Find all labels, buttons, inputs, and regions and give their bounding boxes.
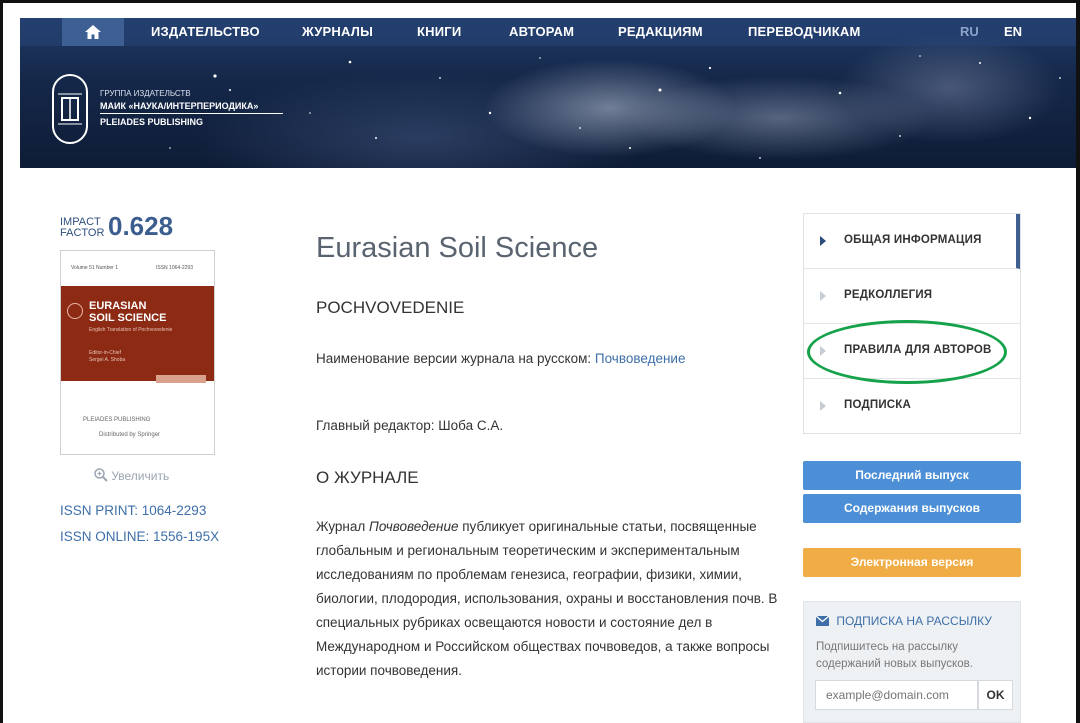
newsletter-title: ПОДПИСКА НА РАССЫЛКУ — [815, 614, 992, 628]
about-text: Журнал Почвоведение публикует оригинальн… — [316, 515, 786, 683]
zoom-in-icon — [94, 468, 108, 482]
about-body: публикует оригинальные статьи, посвященн… — [316, 519, 778, 678]
zoom-link[interactable]: Увеличить — [94, 468, 169, 483]
russian-version-label: Наименование версии журнала на русском: — [316, 351, 592, 366]
issue-contents-button[interactable]: Содержания выпусков — [803, 494, 1021, 523]
newsletter-box: ПОДПИСКА НА РАССЫЛКУ Подпишитесь на расс… — [803, 601, 1021, 723]
newsletter-title-text: ПОДПИСКА НА РАССЫЛКУ — [836, 614, 992, 628]
cover-header-left: Volume 51 Number 1 — [71, 265, 118, 271]
logo-pleiades-label: PLEIADES PUBLISHING — [100, 117, 204, 127]
journal-cover[interactable]: Volume 51 Number 1 ISSN 1064-2293 EURASI… — [60, 250, 215, 455]
nav-item-journals[interactable]: ЖУРНАЛЫ — [302, 24, 373, 39]
cover-title-line1: EURASIAN — [89, 300, 147, 312]
logo-group-label: ГРУППА ИЗДАТЕЛЬСТВ — [100, 89, 191, 98]
chevron-right-icon — [820, 291, 826, 301]
cover-publisher: PLEIADES PUBLISHING — [83, 417, 151, 423]
cover-title: EURASIAN SOIL SCIENCE — [89, 300, 166, 324]
menu-label-subscription: ПОДПИСКА — [844, 399, 912, 411]
cover-seal-icon — [67, 303, 83, 319]
nav-item-books[interactable]: КНИГИ — [417, 24, 461, 39]
issn-print: ISSN PRINT: 1064-2293 — [60, 503, 207, 518]
journal-subtitle: POCHVOVEDENIE — [316, 298, 465, 317]
lang-en-link[interactable]: EN — [1004, 24, 1022, 39]
highlight-ellipse — [807, 320, 1007, 384]
top-navigation: ИЗДАТЕЛЬСТВО ЖУРНАЛЫ КНИГИ АВТОРАМ РЕДАК… — [20, 18, 1076, 46]
about-prefix: Журнал — [316, 519, 366, 534]
menu-label-editorial-board: РЕДКОЛЛЕГИЯ — [844, 289, 933, 301]
chevron-right-icon — [820, 401, 826, 411]
impact-factor-label: IMPACT FACTOR — [60, 217, 110, 239]
russian-version-line: Наименование версии журнала на русском: … — [316, 351, 685, 366]
chevron-right-icon — [820, 236, 826, 246]
impact-label-line2: FACTOR — [60, 227, 105, 239]
nav-item-authors[interactable]: АВТОРАМ — [509, 24, 574, 39]
cover-title-line2: SOIL SCIENCE — [89, 312, 167, 324]
book-emblem-icon — [58, 93, 82, 125]
cover-tag — [156, 375, 206, 383]
cover-author-line2: Sergei A. Shoba — [89, 357, 126, 363]
zoom-label: Увеличить — [111, 469, 170, 483]
menu-item-subscription[interactable]: ПОДПИСКА — [804, 379, 1020, 434]
nav-item-publisher[interactable]: ИЗДАТЕЛЬСТВО — [151, 24, 260, 39]
publisher-emblem[interactable] — [52, 74, 88, 144]
nav-item-translators[interactable]: ПЕРЕВОДЧИКАМ — [748, 24, 860, 39]
home-icon — [85, 25, 101, 39]
menu-item-general-info[interactable]: ОБЩАЯ ИНФОРМАЦИЯ — [804, 214, 1020, 269]
cover-subtitle: English Translation of Pochvovedenie — [89, 327, 173, 333]
menu-label-general-info: ОБЩАЯ ИНФОРМАЦИЯ — [844, 234, 982, 246]
home-button[interactable] — [62, 18, 124, 46]
cover-author-line1: Editor-in-Chief — [89, 350, 121, 356]
about-section-title: О ЖУРНАЛЕ — [316, 468, 419, 487]
logo-divider — [100, 113, 283, 114]
about-journal-name: Почвоведение — [369, 519, 459, 534]
russian-version-link[interactable]: Почвоведение — [595, 351, 686, 366]
newsletter-text: Подпишитесь на рассылку содержаний новых… — [816, 641, 973, 670]
cover-header-right: ISSN 1064-2293 — [156, 265, 193, 271]
lang-ru-link[interactable]: RU — [960, 24, 979, 39]
cover-distributor: Distributed by Springer — [99, 432, 161, 438]
envelope-icon — [815, 615, 830, 626]
issn-online: ISSN ONLINE: 1556-195X — [60, 529, 220, 544]
nav-item-editorial[interactable]: РЕДАКЦИЯМ — [618, 24, 703, 39]
newsletter-email-input[interactable] — [815, 680, 978, 710]
journal-title: Eurasian Soil Science — [316, 232, 599, 264]
editor-in-chief: Главный редактор: Шоба С.А. — [316, 418, 504, 433]
cover-author: Editor-in-Chief Sergei A. Shoba — [89, 350, 125, 364]
menu-item-editorial-board[interactable]: РЕДКОЛЛЕГИЯ — [804, 269, 1020, 324]
electronic-version-button[interactable]: Электронная версия — [803, 548, 1021, 577]
logo-maik-label: МАИК «НАУКА/ИНТЕРПЕРИОДИКА» — [100, 101, 259, 111]
latest-issue-button[interactable]: Последний выпуск — [803, 461, 1021, 490]
site-header: ИЗДАТЕЛЬСТВО ЖУРНАЛЫ КНИГИ АВТОРАМ РЕДАК… — [20, 18, 1076, 168]
impact-factor-value: 0.628 — [108, 211, 174, 241]
newsletter-ok-button[interactable]: OK — [978, 680, 1013, 710]
